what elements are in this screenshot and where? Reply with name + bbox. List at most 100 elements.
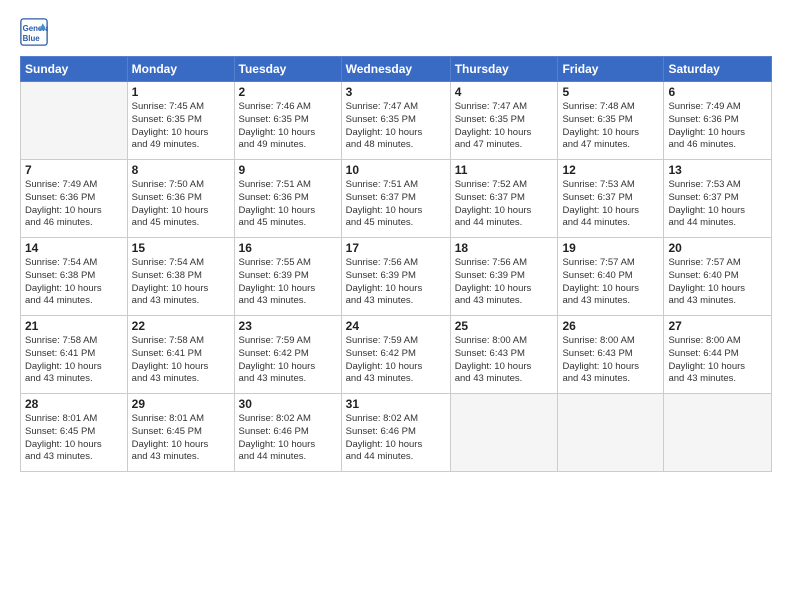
day-number: 21 [25, 319, 123, 333]
cell-info: Sunrise: 7:59 AM Sunset: 6:42 PM Dayligh… [346, 335, 446, 386]
day-number: 23 [239, 319, 337, 333]
cell-info: Sunrise: 7:49 AM Sunset: 6:36 PM Dayligh… [25, 179, 123, 230]
weekday-header-saturday: Saturday [664, 57, 772, 82]
calendar-cell: 14 Sunrise: 7:54 AM Sunset: 6:38 PM Dayli… [21, 238, 128, 316]
calendar-cell: 20 Sunrise: 7:57 AM Sunset: 6:40 PM Dayli… [664, 238, 772, 316]
calendar-cell: 17 Sunrise: 7:56 AM Sunset: 6:39 PM Dayli… [341, 238, 450, 316]
calendar-cell: 23 Sunrise: 7:59 AM Sunset: 6:42 PM Dayli… [234, 316, 341, 394]
weekday-header-tuesday: Tuesday [234, 57, 341, 82]
calendar-cell: 12 Sunrise: 7:53 AM Sunset: 6:37 PM Dayli… [558, 160, 664, 238]
calendar-cell: 15 Sunrise: 7:54 AM Sunset: 6:38 PM Dayli… [127, 238, 234, 316]
calendar-cell: 26 Sunrise: 8:00 AM Sunset: 6:43 PM Dayli… [558, 316, 664, 394]
day-number: 22 [132, 319, 230, 333]
cell-info: Sunrise: 7:56 AM Sunset: 6:39 PM Dayligh… [346, 257, 446, 308]
cell-info: Sunrise: 8:00 AM Sunset: 6:43 PM Dayligh… [455, 335, 554, 386]
cell-info: Sunrise: 7:46 AM Sunset: 6:35 PM Dayligh… [239, 101, 337, 152]
calendar-cell: 30 Sunrise: 8:02 AM Sunset: 6:46 PM Dayli… [234, 394, 341, 472]
calendar-cell: 27 Sunrise: 8:00 AM Sunset: 6:44 PM Dayli… [664, 316, 772, 394]
page: General Blue SundayMondayTuesdayWednesda… [0, 0, 792, 612]
day-number: 30 [239, 397, 337, 411]
cell-info: Sunrise: 7:55 AM Sunset: 6:39 PM Dayligh… [239, 257, 337, 308]
day-number: 9 [239, 163, 337, 177]
cell-info: Sunrise: 7:54 AM Sunset: 6:38 PM Dayligh… [132, 257, 230, 308]
cell-info: Sunrise: 7:47 AM Sunset: 6:35 PM Dayligh… [346, 101, 446, 152]
cell-info: Sunrise: 7:51 AM Sunset: 6:36 PM Dayligh… [239, 179, 337, 230]
calendar-cell: 29 Sunrise: 8:01 AM Sunset: 6:45 PM Dayli… [127, 394, 234, 472]
day-number: 2 [239, 85, 337, 99]
day-number: 15 [132, 241, 230, 255]
cell-info: Sunrise: 8:00 AM Sunset: 6:43 PM Dayligh… [562, 335, 659, 386]
calendar-cell [21, 82, 128, 160]
day-number: 1 [132, 85, 230, 99]
calendar-cell: 18 Sunrise: 7:56 AM Sunset: 6:39 PM Dayli… [450, 238, 558, 316]
cell-info: Sunrise: 8:01 AM Sunset: 6:45 PM Dayligh… [25, 413, 123, 464]
svg-text:Blue: Blue [23, 34, 41, 43]
calendar-cell [664, 394, 772, 472]
week-row-4: 21 Sunrise: 7:58 AM Sunset: 6:41 PM Dayli… [21, 316, 772, 394]
cell-info: Sunrise: 7:59 AM Sunset: 6:42 PM Dayligh… [239, 335, 337, 386]
day-number: 12 [562, 163, 659, 177]
calendar-cell: 9 Sunrise: 7:51 AM Sunset: 6:36 PM Daylig… [234, 160, 341, 238]
calendar-cell: 2 Sunrise: 7:46 AM Sunset: 6:35 PM Daylig… [234, 82, 341, 160]
day-number: 29 [132, 397, 230, 411]
day-number: 17 [346, 241, 446, 255]
cell-info: Sunrise: 7:45 AM Sunset: 6:35 PM Dayligh… [132, 101, 230, 152]
calendar-cell: 4Sunrise: 7:47 AM Sunset: 6:35 PM Daylig… [450, 82, 558, 160]
cell-info: Sunrise: 7:58 AM Sunset: 6:41 PM Dayligh… [132, 335, 230, 386]
calendar-table: SundayMondayTuesdayWednesdayThursdayFrid… [20, 56, 772, 472]
calendar-cell: 25 Sunrise: 8:00 AM Sunset: 6:43 PM Dayli… [450, 316, 558, 394]
day-number: 3 [346, 85, 446, 99]
week-row-3: 14 Sunrise: 7:54 AM Sunset: 6:38 PM Dayli… [21, 238, 772, 316]
cell-info: Sunrise: 8:02 AM Sunset: 6:46 PM Dayligh… [239, 413, 337, 464]
day-number: 18 [455, 241, 554, 255]
calendar-cell: 3 Sunrise: 7:47 AM Sunset: 6:35 PM Daylig… [341, 82, 450, 160]
cell-info: Sunrise: 8:01 AM Sunset: 6:45 PM Dayligh… [132, 413, 230, 464]
cell-info: Sunrise: 7:58 AM Sunset: 6:41 PM Dayligh… [25, 335, 123, 386]
day-number: 20 [668, 241, 767, 255]
day-number: 11 [455, 163, 554, 177]
calendar-cell: 28 Sunrise: 8:01 AM Sunset: 6:45 PM Dayli… [21, 394, 128, 472]
cell-info: Sunrise: 7:53 AM Sunset: 6:37 PM Dayligh… [562, 179, 659, 230]
cell-info: Sunrise: 7:51 AM Sunset: 6:37 PM Dayligh… [346, 179, 446, 230]
day-number: 26 [562, 319, 659, 333]
calendar-cell: 16Sunrise: 7:55 AM Sunset: 6:39 PM Dayli… [234, 238, 341, 316]
calendar-cell [558, 394, 664, 472]
calendar-cell: 10 Sunrise: 7:51 AM Sunset: 6:37 PM Dayli… [341, 160, 450, 238]
logo: General Blue [20, 18, 50, 46]
day-number: 25 [455, 319, 554, 333]
cell-info: Sunrise: 7:49 AM Sunset: 6:36 PM Dayligh… [668, 101, 767, 152]
day-number: 14 [25, 241, 123, 255]
weekday-header-row: SundayMondayTuesdayWednesdayThursdayFrid… [21, 57, 772, 82]
cell-info: Sunrise: 8:00 AM Sunset: 6:44 PM Dayligh… [668, 335, 767, 386]
logo-icon: General Blue [20, 18, 48, 46]
calendar-cell: 6 Sunrise: 7:49 AM Sunset: 6:36 PM Daylig… [664, 82, 772, 160]
cell-info: Sunrise: 8:02 AM Sunset: 6:46 PM Dayligh… [346, 413, 446, 464]
calendar-cell: 24Sunrise: 7:59 AM Sunset: 6:42 PM Dayli… [341, 316, 450, 394]
calendar-cell: 11 Sunrise: 7:52 AM Sunset: 6:37 PM Dayli… [450, 160, 558, 238]
calendar-cell: 5Sunrise: 7:48 AM Sunset: 6:35 PM Daylig… [558, 82, 664, 160]
calendar-cell: 22 Sunrise: 7:58 AM Sunset: 6:41 PM Dayli… [127, 316, 234, 394]
cell-info: Sunrise: 7:47 AM Sunset: 6:35 PM Dayligh… [455, 101, 554, 152]
header: General Blue [20, 18, 772, 46]
day-number: 13 [668, 163, 767, 177]
weekday-header-wednesday: Wednesday [341, 57, 450, 82]
calendar-cell: 31 Sunrise: 8:02 AM Sunset: 6:46 PM Dayli… [341, 394, 450, 472]
day-number: 27 [668, 319, 767, 333]
day-number: 19 [562, 241, 659, 255]
cell-info: Sunrise: 7:57 AM Sunset: 6:40 PM Dayligh… [668, 257, 767, 308]
day-number: 6 [668, 85, 767, 99]
cell-info: Sunrise: 7:50 AM Sunset: 6:36 PM Dayligh… [132, 179, 230, 230]
day-number: 31 [346, 397, 446, 411]
cell-info: Sunrise: 7:52 AM Sunset: 6:37 PM Dayligh… [455, 179, 554, 230]
week-row-2: 7Sunrise: 7:49 AM Sunset: 6:36 PM Daylig… [21, 160, 772, 238]
day-number: 28 [25, 397, 123, 411]
calendar-cell: 13Sunrise: 7:53 AM Sunset: 6:37 PM Dayli… [664, 160, 772, 238]
cell-info: Sunrise: 7:56 AM Sunset: 6:39 PM Dayligh… [455, 257, 554, 308]
weekday-header-sunday: Sunday [21, 57, 128, 82]
day-number: 10 [346, 163, 446, 177]
weekday-header-friday: Friday [558, 57, 664, 82]
week-row-5: 28 Sunrise: 8:01 AM Sunset: 6:45 PM Dayli… [21, 394, 772, 472]
weekday-header-monday: Monday [127, 57, 234, 82]
day-number: 8 [132, 163, 230, 177]
cell-info: Sunrise: 7:54 AM Sunset: 6:38 PM Dayligh… [25, 257, 123, 308]
